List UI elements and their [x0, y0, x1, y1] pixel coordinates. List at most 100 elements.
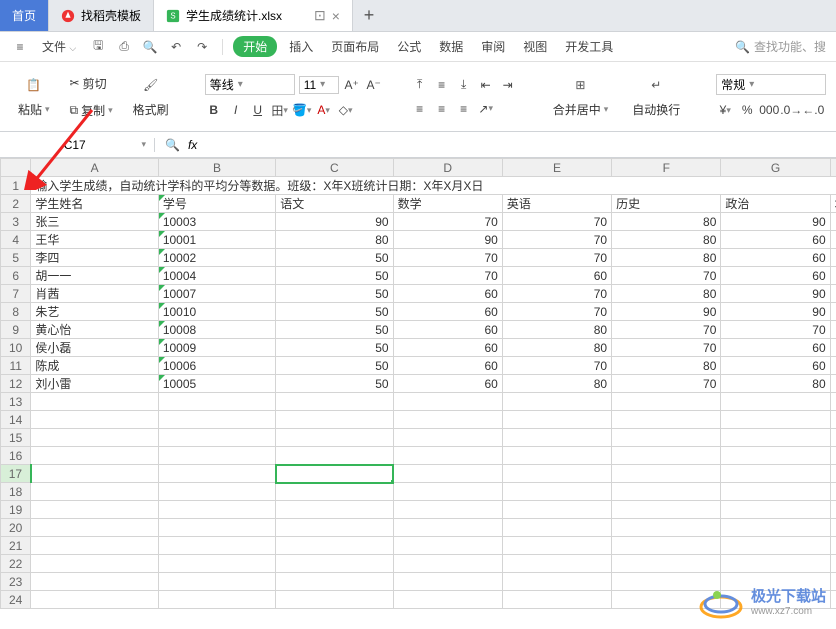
- cell[interactable]: [276, 411, 393, 429]
- cell[interactable]: [158, 465, 275, 483]
- row-header[interactable]: 23: [1, 573, 31, 591]
- cell[interactable]: 80: [612, 285, 721, 303]
- cell[interactable]: [276, 447, 393, 465]
- cell[interactable]: 90: [393, 231, 502, 249]
- cell[interactable]: [502, 447, 611, 465]
- cell[interactable]: [502, 429, 611, 447]
- cell[interactable]: 侯小磊: [31, 339, 158, 357]
- cell[interactable]: 60: [830, 375, 836, 393]
- merge-icon[interactable]: ⊞: [568, 73, 592, 97]
- currency-icon[interactable]: ¥▾: [716, 101, 734, 119]
- cell[interactable]: 朱艺: [31, 303, 158, 321]
- cell[interactable]: [830, 411, 836, 429]
- cell[interactable]: 输入学生成绩，自动统计学科的平均分等数据。班级：X年X班统计日期：X年X月X日: [31, 177, 836, 195]
- cancel-icon[interactable]: 🔍: [165, 138, 180, 152]
- cell[interactable]: [158, 393, 275, 411]
- cell[interactable]: 90: [721, 303, 830, 321]
- cell[interactable]: 陈成: [31, 357, 158, 375]
- cell[interactable]: [612, 393, 721, 411]
- select-all-corner[interactable]: [1, 159, 31, 177]
- cell[interactable]: [612, 429, 721, 447]
- cell[interactable]: [721, 483, 830, 501]
- menu-insert[interactable]: 插入: [283, 36, 319, 57]
- wrap-button[interactable]: 自动换行: [628, 99, 684, 120]
- cell[interactable]: [393, 555, 502, 573]
- cell[interactable]: 10001: [158, 231, 275, 249]
- fill-color-button[interactable]: 🪣▾: [293, 101, 311, 119]
- orientation-icon[interactable]: ↗▾: [477, 100, 495, 118]
- copy-button[interactable]: ⧉复制▾: [66, 100, 117, 121]
- cell[interactable]: [276, 519, 393, 537]
- cell[interactable]: 50: [276, 321, 393, 339]
- cell[interactable]: 70: [612, 321, 721, 339]
- cell[interactable]: [276, 573, 393, 591]
- cell[interactable]: 60: [830, 267, 836, 285]
- menu-view[interactable]: 视图: [517, 36, 553, 57]
- cell[interactable]: [393, 411, 502, 429]
- cell[interactable]: [393, 501, 502, 519]
- cell[interactable]: [502, 519, 611, 537]
- cell[interactable]: 地理: [830, 195, 836, 213]
- cell[interactable]: [31, 465, 158, 483]
- align-center-icon[interactable]: ≡: [433, 100, 451, 118]
- indent-left-icon[interactable]: ⇤: [477, 76, 495, 94]
- underline-button[interactable]: U: [249, 101, 267, 119]
- cell[interactable]: [158, 537, 275, 555]
- cell[interactable]: 学生姓名: [31, 195, 158, 213]
- cell[interactable]: 90: [721, 285, 830, 303]
- cell[interactable]: [502, 411, 611, 429]
- cell[interactable]: 50: [276, 339, 393, 357]
- cell[interactable]: [502, 465, 611, 483]
- cell[interactable]: 70: [721, 321, 830, 339]
- cell[interactable]: [502, 573, 611, 591]
- cell[interactable]: 60: [830, 303, 836, 321]
- cell[interactable]: 60: [721, 339, 830, 357]
- number-format-select[interactable]: 常规▾: [716, 74, 826, 95]
- cell[interactable]: [276, 393, 393, 411]
- cell[interactable]: [31, 501, 158, 519]
- col-header[interactable]: C: [276, 159, 393, 177]
- align-bottom-icon[interactable]: ⤓: [455, 76, 473, 94]
- italic-button[interactable]: I: [227, 101, 245, 119]
- cell[interactable]: [830, 447, 836, 465]
- cell[interactable]: 80: [502, 321, 611, 339]
- cell[interactable]: 语文: [276, 195, 393, 213]
- menu-start[interactable]: 开始: [233, 36, 277, 57]
- font-color-button[interactable]: A▾: [315, 101, 333, 119]
- cell[interactable]: 10003: [158, 213, 275, 231]
- cell[interactable]: [393, 573, 502, 591]
- cell[interactable]: [830, 555, 836, 573]
- cell[interactable]: [721, 429, 830, 447]
- cell[interactable]: [31, 591, 158, 609]
- row-header[interactable]: 22: [1, 555, 31, 573]
- tab-template[interactable]: 找稻壳模板: [49, 0, 154, 31]
- cell[interactable]: 80: [612, 357, 721, 375]
- cell[interactable]: 50: [276, 285, 393, 303]
- cell[interactable]: [612, 537, 721, 555]
- cell[interactable]: [276, 483, 393, 501]
- row-header[interactable]: 7: [1, 285, 31, 303]
- cell[interactable]: [393, 429, 502, 447]
- cell[interactable]: 60: [393, 285, 502, 303]
- cell[interactable]: 50: [276, 249, 393, 267]
- cell[interactable]: [612, 411, 721, 429]
- cell[interactable]: 10006: [158, 357, 275, 375]
- cell[interactable]: [31, 537, 158, 555]
- cell[interactable]: [31, 393, 158, 411]
- cell[interactable]: 70: [393, 249, 502, 267]
- tab-home[interactable]: 首页: [0, 0, 49, 31]
- row-header[interactable]: 17: [1, 465, 31, 483]
- cell[interactable]: 王华: [31, 231, 158, 249]
- menu-review[interactable]: 审阅: [475, 36, 511, 57]
- cell[interactable]: [393, 591, 502, 609]
- decrease-font-icon[interactable]: A⁻: [365, 76, 383, 94]
- cell[interactable]: [393, 447, 502, 465]
- col-header[interactable]: H: [830, 159, 836, 177]
- cell[interactable]: 50: [276, 357, 393, 375]
- cell[interactable]: 肖茜: [31, 285, 158, 303]
- cell[interactable]: [393, 483, 502, 501]
- cell[interactable]: 黄心怡: [31, 321, 158, 339]
- cell[interactable]: 60: [393, 321, 502, 339]
- cell[interactable]: [158, 501, 275, 519]
- cell[interactable]: [158, 429, 275, 447]
